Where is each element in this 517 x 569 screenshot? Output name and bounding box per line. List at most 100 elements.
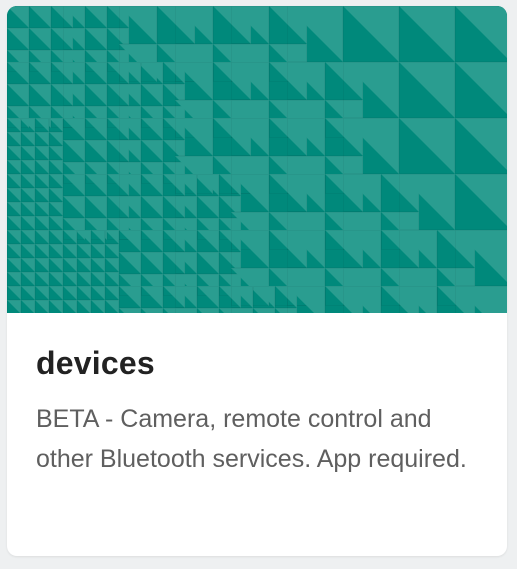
pattern-triangle	[21, 216, 35, 230]
pattern-triangle	[63, 286, 77, 300]
pattern-triangle	[197, 174, 219, 196]
pattern-triangle	[7, 188, 21, 202]
pattern-triangle	[253, 286, 275, 308]
pattern-triangle	[35, 188, 49, 202]
card-title: devices	[36, 345, 155, 381]
pattern-triangle	[7, 230, 21, 244]
pattern-triangle	[21, 300, 35, 313]
pattern-triangle	[35, 244, 49, 258]
pattern-triangle	[21, 174, 35, 188]
pattern-triangle	[85, 118, 107, 140]
pattern-triangle	[7, 216, 21, 230]
pattern-triangle	[21, 202, 35, 216]
pattern-triangle	[21, 118, 35, 132]
pattern-triangle	[49, 300, 63, 313]
pattern-triangle	[91, 272, 105, 286]
pattern-triangle	[49, 174, 63, 188]
pattern-triangle	[63, 196, 85, 218]
pattern-triangle	[91, 300, 105, 313]
pattern-triangle	[35, 202, 49, 216]
pattern-triangle	[29, 6, 51, 28]
pattern-triangle	[197, 286, 219, 308]
pattern-triangle	[35, 174, 49, 188]
pattern-triangle	[49, 132, 63, 146]
pattern-triangle	[35, 272, 49, 286]
pattern-triangle	[49, 188, 63, 202]
pattern-triangle	[141, 140, 163, 162]
pattern-triangle	[7, 6, 29, 28]
pattern-triangle	[85, 62, 107, 84]
pattern-triangle	[197, 196, 219, 218]
pattern-triangle	[63, 174, 85, 196]
pattern-triangle	[21, 258, 35, 272]
pattern-triangle	[105, 272, 119, 286]
pattern-triangle	[455, 118, 507, 170]
pattern-triangle	[7, 272, 21, 286]
pattern-triangle	[91, 258, 105, 272]
pattern-triangle	[63, 258, 77, 272]
pattern-triangle	[63, 300, 77, 313]
pattern-triangle	[85, 28, 107, 50]
pattern-triangle	[399, 62, 455, 118]
pattern-triangle	[91, 286, 105, 300]
pattern-triangle	[7, 300, 21, 313]
pattern-triangle	[21, 272, 35, 286]
pattern-triangle	[35, 146, 49, 160]
pattern-triangle	[49, 244, 63, 258]
pattern-triangle	[77, 272, 91, 286]
pattern-triangle	[141, 84, 163, 106]
pattern-triangle	[7, 202, 21, 216]
pattern-triangle	[7, 84, 29, 106]
pattern-triangle	[21, 132, 35, 146]
pattern-triangle	[63, 272, 77, 286]
pattern-triangle	[21, 244, 35, 258]
pattern-triangle	[35, 258, 49, 272]
pattern-triangle	[105, 300, 119, 313]
pattern-triangle	[77, 300, 91, 313]
pattern-triangle	[105, 286, 119, 300]
pattern-triangle	[105, 244, 119, 258]
pattern-triangle	[399, 6, 455, 62]
card-description: BETA - Camera, remote control and other …	[36, 405, 467, 473]
pattern-triangle	[197, 230, 219, 252]
pattern-triangle	[119, 286, 141, 308]
pattern-triangle	[49, 146, 63, 160]
pattern-triangle	[29, 84, 51, 106]
pattern-triangle	[49, 230, 63, 244]
pattern-triangle	[49, 258, 63, 272]
pattern-triangle	[91, 244, 105, 258]
pattern-triangle	[21, 160, 35, 174]
pattern-triangle	[63, 244, 77, 258]
pattern-triangle	[7, 244, 21, 258]
pattern-triangle	[7, 118, 21, 132]
pattern-triangle	[35, 160, 49, 174]
pattern-triangle	[35, 300, 49, 313]
pattern-triangle	[49, 286, 63, 300]
pattern-triangle	[7, 160, 21, 174]
pattern-triangle	[85, 174, 107, 196]
pattern-triangle	[105, 258, 119, 272]
pattern-triangle	[21, 188, 35, 202]
pattern-triangle	[455, 62, 507, 114]
pattern-triangle	[21, 286, 35, 300]
pattern-triangle	[77, 258, 91, 272]
pattern-triangle	[49, 272, 63, 286]
pattern-triangle	[85, 6, 107, 28]
pattern-triangle	[7, 28, 29, 50]
pattern-triangle	[35, 118, 49, 132]
pattern-triangle	[141, 174, 163, 196]
pattern-triangle	[141, 196, 163, 218]
pattern-triangle	[21, 230, 35, 244]
pattern-triangle	[119, 252, 141, 274]
pattern-triangle	[455, 174, 507, 226]
pattern-triangle	[7, 258, 21, 272]
pattern-triangle	[399, 118, 455, 174]
pattern-triangle	[455, 6, 507, 58]
pattern-triangle	[29, 62, 51, 84]
integration-card-devices[interactable]: devices BETA - Camera, remote control an…	[7, 6, 507, 556]
pattern-triangle	[49, 216, 63, 230]
pattern-triangle	[63, 230, 77, 244]
pattern-triangle	[7, 174, 21, 188]
pattern-triangle	[85, 84, 107, 106]
pattern-triangle	[35, 286, 49, 300]
